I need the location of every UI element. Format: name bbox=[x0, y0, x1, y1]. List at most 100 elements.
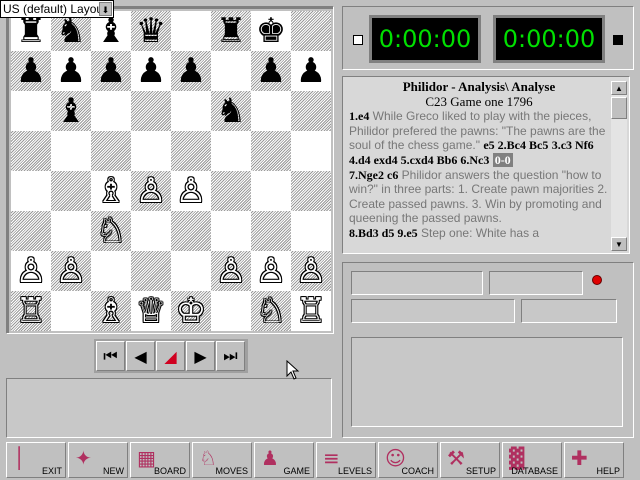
board-square[interactable]: ♙ bbox=[51, 251, 91, 291]
chess-piece-icon[interactable]: ♗ bbox=[96, 291, 126, 331]
board-square[interactable] bbox=[171, 131, 211, 171]
levels-button[interactable]: ≡ LEVELS bbox=[316, 442, 376, 478]
chess-piece-icon[interactable]: ♞ bbox=[216, 91, 246, 131]
database-button[interactable]: ▓ DATABASE bbox=[502, 442, 562, 478]
board-square[interactable]: ♟ bbox=[171, 51, 211, 91]
board-square[interactable] bbox=[251, 91, 291, 131]
board-square[interactable] bbox=[11, 91, 51, 131]
notation-panel[interactable]: Philidor - Analysis\ Analyse C23 Game on… bbox=[342, 76, 630, 254]
board-square[interactable] bbox=[51, 291, 91, 331]
chess-piece-icon[interactable]: ♟ bbox=[296, 51, 326, 91]
game-button[interactable]: ♟ GAME bbox=[254, 442, 314, 478]
board-square[interactable] bbox=[211, 291, 251, 331]
chess-piece-icon[interactable]: ♙ bbox=[296, 251, 326, 291]
setup-button[interactable]: ⚒ SETUP bbox=[440, 442, 500, 478]
board-square[interactable] bbox=[131, 211, 171, 251]
new-button[interactable]: ✦ NEW bbox=[68, 442, 128, 478]
board-square[interactable] bbox=[51, 211, 91, 251]
take-back-button[interactable]: ◢ bbox=[156, 341, 185, 371]
chess-piece-icon[interactable]: ♙ bbox=[16, 251, 46, 291]
board-square[interactable]: ♟ bbox=[91, 51, 131, 91]
chess-piece-icon[interactable]: ♙ bbox=[256, 251, 286, 291]
board-square[interactable] bbox=[51, 131, 91, 171]
board-square[interactable] bbox=[171, 91, 211, 131]
board-square[interactable]: ♕ bbox=[131, 291, 171, 331]
board-square[interactable]: ♝ bbox=[51, 91, 91, 131]
board-square[interactable] bbox=[91, 251, 131, 291]
layout-select[interactable]: US (default) Layout ⬇ bbox=[0, 0, 114, 18]
chess-piece-icon[interactable]: ♝ bbox=[56, 91, 86, 131]
board-square[interactable] bbox=[171, 251, 211, 291]
chess-piece-icon[interactable]: ♜ bbox=[216, 11, 246, 51]
chessboard[interactable]: ♜ ♞ ♝ ♛ ♜ ♚ ♟ ♟ ♟ ♟ ♟ ♟ ♟ ♝ ♞ ♗ ♙ ♙ ♘ ♙ ♙ ♙ ♙ ♙ ♖ ♗ ♕ ♔ ♘ ♖ bbox=[9, 9, 333, 333]
board-square[interactable] bbox=[211, 171, 251, 211]
board-square[interactable]: ♗ bbox=[91, 171, 131, 211]
chess-piece-icon[interactable]: ♖ bbox=[16, 291, 46, 331]
board-square[interactable]: ♛ bbox=[131, 11, 171, 51]
board-square[interactable]: ♙ bbox=[171, 171, 211, 211]
board-square[interactable]: ♖ bbox=[11, 291, 51, 331]
board-square[interactable]: ♙ bbox=[11, 251, 51, 291]
board-square[interactable] bbox=[131, 251, 171, 291]
board-square[interactable] bbox=[11, 131, 51, 171]
board-square[interactable]: ♟ bbox=[291, 51, 331, 91]
chess-piece-icon[interactable]: ♟ bbox=[256, 51, 286, 91]
board-square[interactable] bbox=[251, 211, 291, 251]
chess-piece-icon[interactable]: ♙ bbox=[136, 171, 166, 211]
move-text[interactable]: e5 2.Bc4 Bc5 bbox=[483, 138, 548, 152]
chess-piece-icon[interactable]: ♘ bbox=[96, 211, 126, 251]
board-square[interactable] bbox=[291, 131, 331, 171]
board-square[interactable]: ♘ bbox=[251, 291, 291, 331]
notation-scrollbar[interactable]: ▲ ▼ bbox=[611, 81, 627, 251]
board-square[interactable] bbox=[11, 211, 51, 251]
board-square[interactable]: ♔ bbox=[171, 291, 211, 331]
board-square[interactable] bbox=[251, 131, 291, 171]
chess-piece-icon[interactable]: ♙ bbox=[216, 251, 246, 291]
board-square[interactable] bbox=[51, 171, 91, 211]
board-square[interactable]: ♜ bbox=[211, 11, 251, 51]
board-square[interactable]: ♙ bbox=[211, 251, 251, 291]
board-square[interactable]: ♖ bbox=[291, 291, 331, 331]
board-square[interactable] bbox=[291, 91, 331, 131]
board-square[interactable]: ♟ bbox=[51, 51, 91, 91]
chess-piece-icon[interactable]: ♟ bbox=[56, 51, 86, 91]
board-square[interactable] bbox=[211, 131, 251, 171]
move-text[interactable]: 8.Bd3 d5 9.e5 bbox=[349, 226, 418, 240]
board-square[interactable] bbox=[171, 211, 211, 251]
coach-button[interactable]: ☺ COACH bbox=[378, 442, 438, 478]
board-square[interactable]: ♚ bbox=[251, 11, 291, 51]
exit-button[interactable]: │ EXIT bbox=[6, 442, 66, 478]
board-square[interactable] bbox=[291, 11, 331, 51]
board-square[interactable]: ♟ bbox=[131, 51, 171, 91]
chess-piece-icon[interactable]: ♖ bbox=[296, 291, 326, 331]
board-square[interactable] bbox=[291, 211, 331, 251]
first-move-button[interactable]: ⏮ bbox=[96, 341, 125, 371]
download-arrow-icon[interactable]: ⬇ bbox=[99, 2, 112, 16]
scroll-down-icon[interactable]: ▼ bbox=[611, 237, 627, 251]
board-square[interactable]: ♟ bbox=[251, 51, 291, 91]
board-square[interactable] bbox=[131, 91, 171, 131]
board-square[interactable] bbox=[211, 211, 251, 251]
board-square[interactable]: ♙ bbox=[131, 171, 171, 211]
chess-piece-icon[interactable]: ♛ bbox=[136, 11, 166, 51]
board-square[interactable]: ♙ bbox=[291, 251, 331, 291]
last-move-button[interactable]: ⏭ bbox=[216, 341, 245, 371]
board-square[interactable] bbox=[211, 51, 251, 91]
chess-piece-icon[interactable]: ♚ bbox=[256, 11, 286, 51]
chess-piece-icon[interactable]: ♙ bbox=[56, 251, 86, 291]
chess-piece-icon[interactable]: ♔ bbox=[176, 291, 206, 331]
chess-piece-icon[interactable]: ♟ bbox=[96, 51, 126, 91]
board-square[interactable] bbox=[171, 11, 211, 51]
board-square[interactable] bbox=[91, 91, 131, 131]
chess-piece-icon[interactable]: ♕ bbox=[136, 291, 166, 331]
board-square[interactable] bbox=[91, 131, 131, 171]
chess-piece-icon[interactable]: ♟ bbox=[176, 51, 206, 91]
board-square[interactable]: ♞ bbox=[211, 91, 251, 131]
chess-piece-icon[interactable]: ♟ bbox=[16, 51, 46, 91]
move-text[interactable]: 1.e4 bbox=[349, 109, 369, 123]
board-square[interactable]: ♗ bbox=[91, 291, 131, 331]
chess-piece-icon[interactable]: ♘ bbox=[256, 291, 286, 331]
move-text[interactable]: 7.Nge2 c6 bbox=[349, 168, 398, 182]
board-square[interactable] bbox=[291, 171, 331, 211]
board-square[interactable]: ♟ bbox=[11, 51, 51, 91]
